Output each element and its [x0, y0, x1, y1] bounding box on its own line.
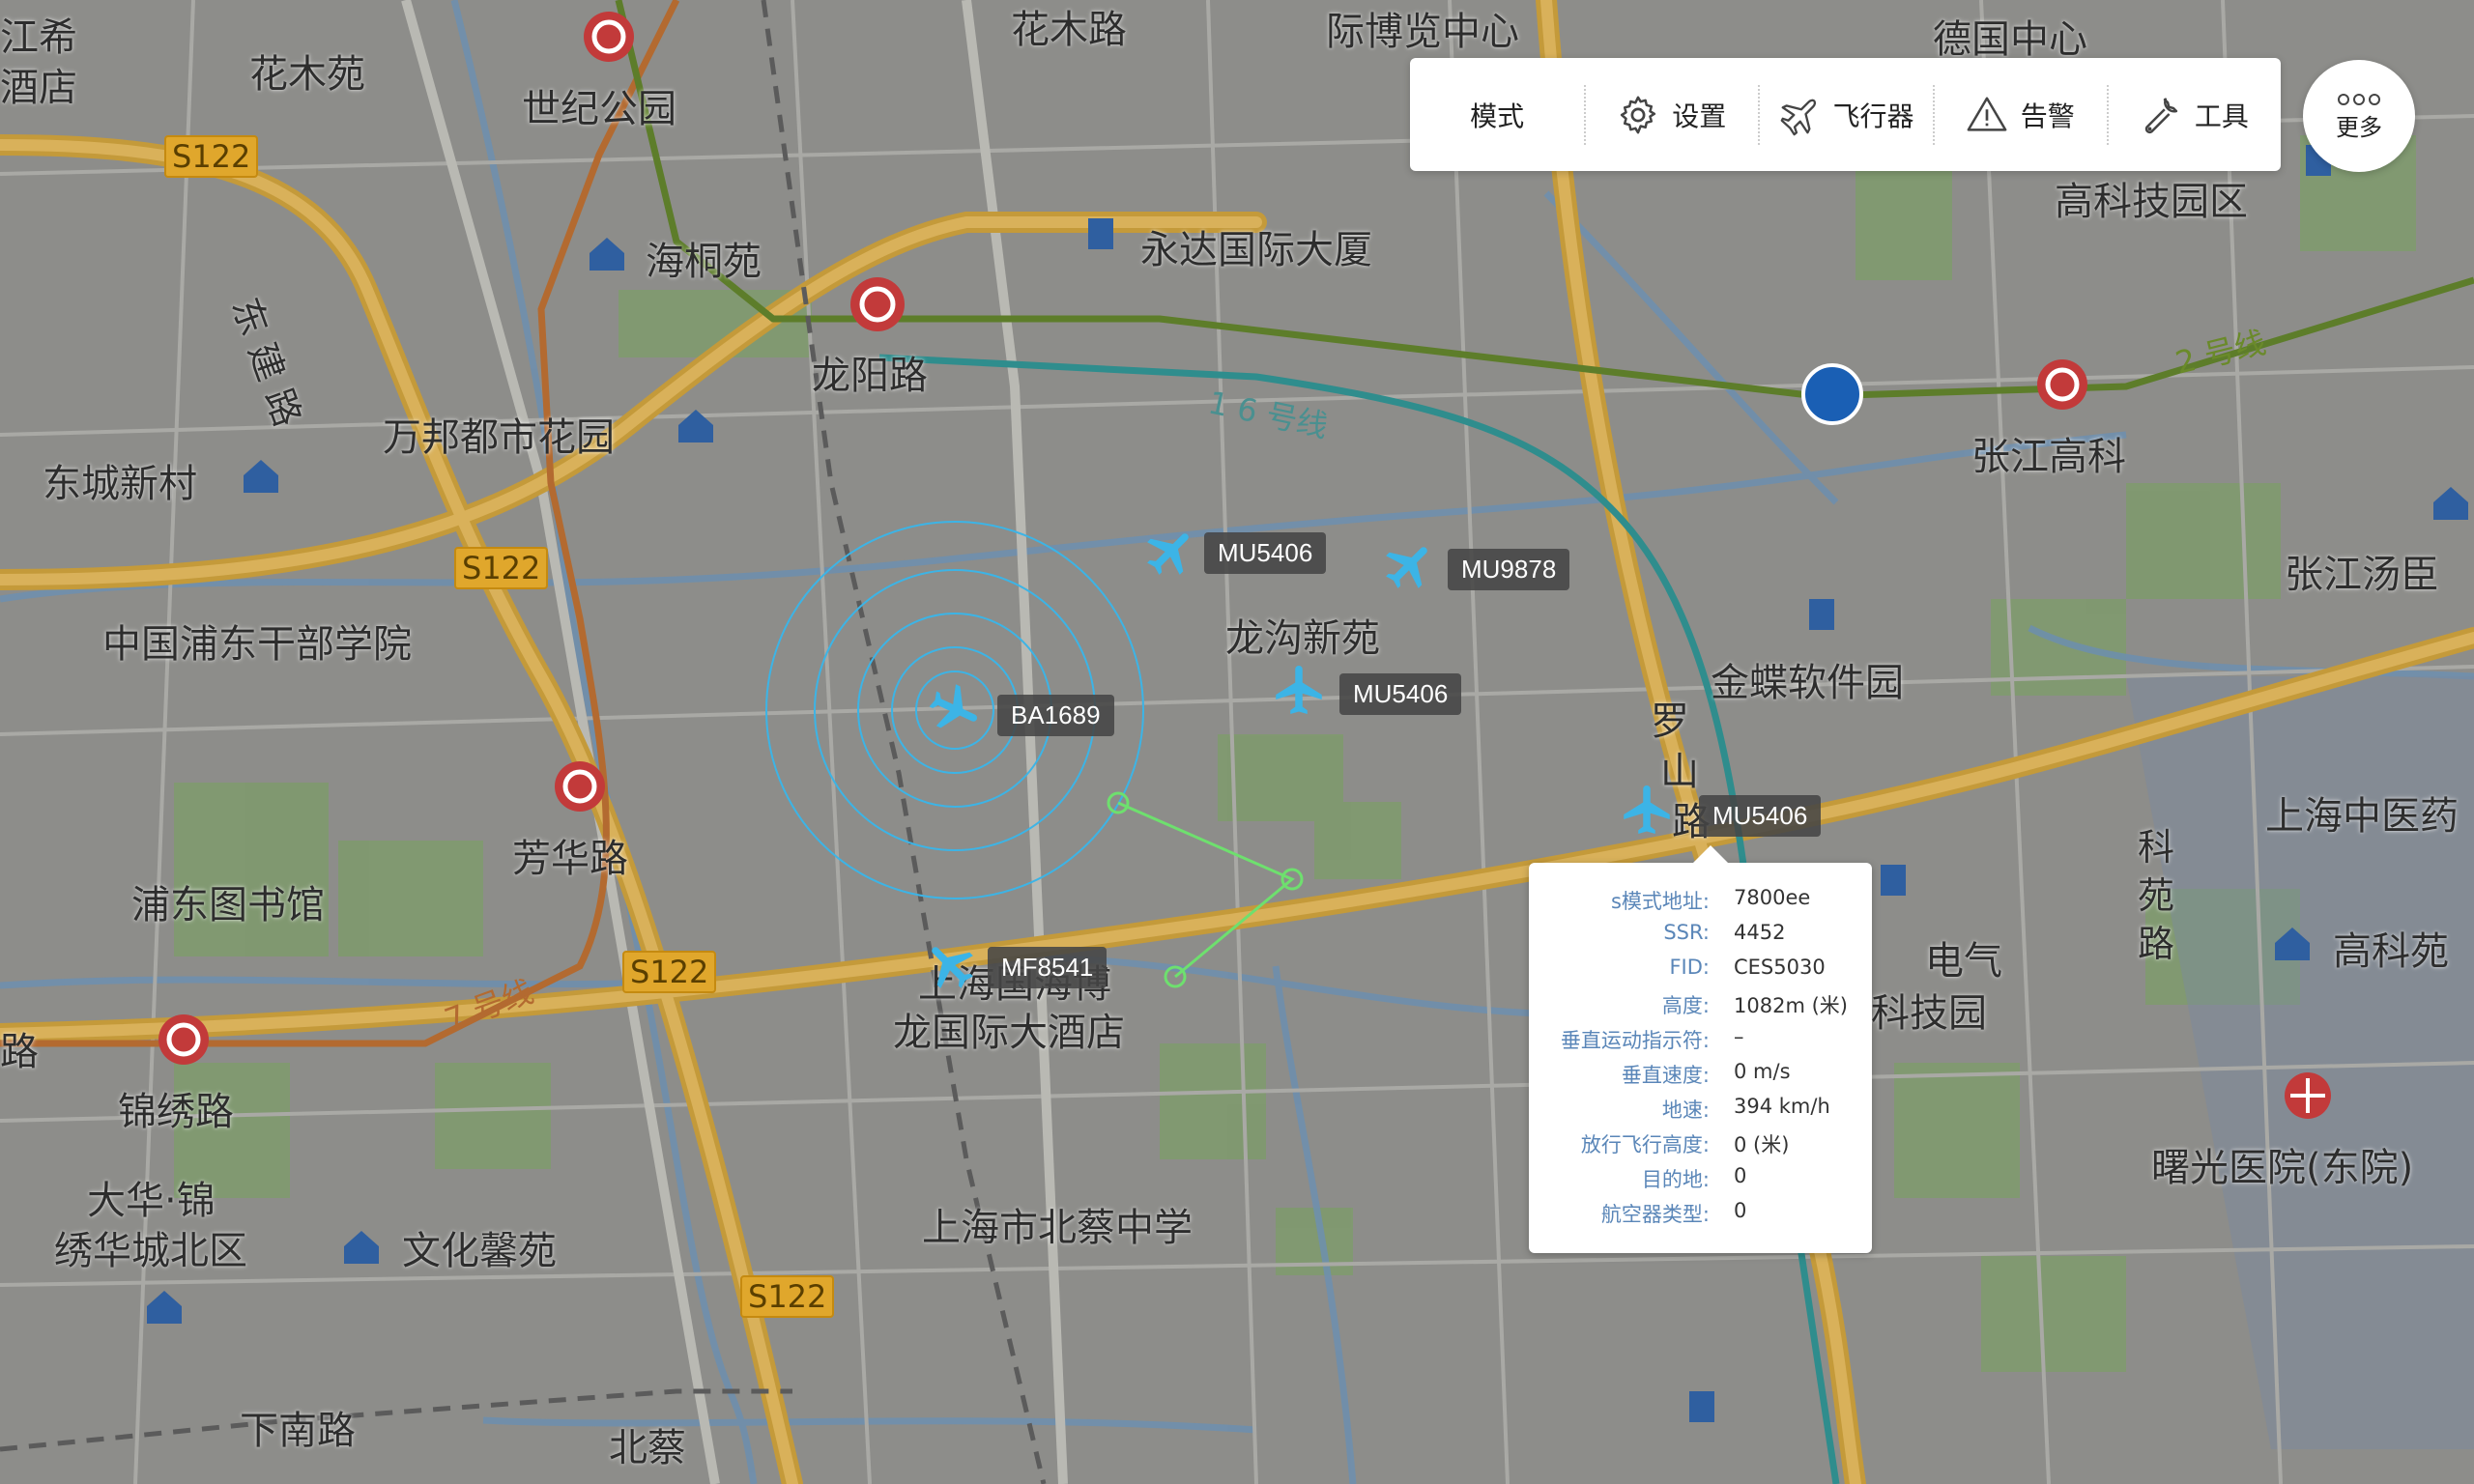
map-label: 上海中医药: [2265, 794, 2459, 839]
map-label: 花木苑: [249, 52, 365, 97]
top-toolbar: 模式 设置 飞行器 告警 工具: [1410, 58, 2281, 171]
info-key: 垂直运动指示符:: [1560, 1029, 1710, 1052]
info-row: 垂直运动指示符: –: [1529, 1025, 1872, 1060]
more-icon: [2338, 93, 2380, 105]
flight-tag[interactable]: MU5406: [1339, 673, 1462, 715]
map-label: 际博览中心: [1326, 10, 1519, 54]
map-label: 张江汤臣: [2285, 553, 2439, 597]
map-label: 金蝶软件园: [1711, 661, 1904, 705]
info-key: FID:: [1669, 956, 1710, 979]
map-label: 东城新村: [43, 462, 197, 506]
gear-icon: [1621, 96, 1656, 133]
info-value: 4452: [1734, 921, 1786, 944]
info-row: 航空器类型: 0: [1529, 1199, 1872, 1234]
map-label: 江希: [0, 15, 77, 60]
map-label: 北蔡: [609, 1426, 686, 1470]
info-row: 放行飞行高度: 0 (米): [1529, 1129, 1872, 1164]
map-label: 苑: [2138, 874, 2175, 917]
wrench-icon: [2144, 97, 2178, 133]
mode-button[interactable]: 模式: [1410, 58, 1584, 171]
map-label: 万邦都市花园: [383, 415, 615, 460]
map-label: 锦绣路: [118, 1090, 234, 1134]
info-value: 7800ee: [1734, 886, 1811, 909]
settings-button[interactable]: 设置: [1584, 58, 1758, 171]
info-value: 1082m (米): [1734, 994, 1848, 1017]
flight-tag[interactable]: MU5406: [1204, 532, 1327, 574]
map-label: 龙沟新苑: [1225, 616, 1380, 661]
airplane-icon: [1780, 99, 1816, 135]
info-row: 垂直速度: 0 m/s: [1529, 1060, 1872, 1095]
info-key: 垂直速度:: [1621, 1064, 1710, 1087]
map-label: 龙国际大酒店: [893, 1011, 1125, 1055]
info-key: 目的地:: [1641, 1168, 1710, 1191]
info-row: 目的地: 0: [1529, 1164, 1872, 1199]
map-label: 世纪公园: [522, 87, 676, 131]
info-value: 0: [1734, 1199, 1747, 1222]
map-label: 高科技园区: [2055, 180, 2248, 224]
map-label: 罗: [1651, 699, 1689, 744]
flight-tag[interactable]: MU5406: [1699, 795, 1822, 837]
more-label: 更多: [2336, 113, 2382, 141]
aircraft-icon[interactable]: [1270, 661, 1328, 719]
aircraft-icon[interactable]: [1618, 781, 1676, 839]
info-row: FID: CES5030: [1529, 956, 1872, 990]
info-key: 航空器类型:: [1600, 1203, 1710, 1226]
info-key: s模式地址:: [1610, 890, 1710, 913]
info-row: 地速: 394 km/h: [1529, 1095, 1872, 1129]
settings-label: 设置: [1672, 100, 1727, 132]
map-label: 海桐苑: [646, 240, 762, 284]
info-key: 高度:: [1661, 994, 1710, 1017]
map-label: 芳华路: [512, 837, 628, 881]
warning-icon: [1967, 97, 2007, 131]
flight-tag[interactable]: MU9878: [1448, 549, 1570, 590]
map-label: 电气: [1925, 939, 2002, 984]
map-label: 酒店: [0, 66, 77, 110]
map-label: 绣华城北区: [54, 1229, 247, 1273]
map-label: 浦东图书馆: [131, 883, 325, 928]
map-label: 高科苑: [2333, 929, 2449, 974]
road-badge: S122: [740, 1275, 835, 1318]
map-label: 上海市北蔡中学: [922, 1206, 1193, 1250]
info-value: 394 km/h: [1734, 1095, 1830, 1118]
map-label: 张江高科: [1971, 435, 2126, 479]
mode-label: 模式: [1470, 100, 1525, 132]
info-value: 0 (米): [1734, 1133, 1790, 1156]
info-key: 放行飞行高度:: [1580, 1133, 1710, 1156]
map-label: 中国浦东干部学院: [102, 622, 412, 667]
map-label: 文化馨苑: [402, 1229, 557, 1273]
map-label: 路: [2138, 923, 2175, 965]
info-key: 地速:: [1661, 1099, 1710, 1122]
flight-tag[interactable]: MF8541: [988, 947, 1108, 988]
road-badge: S122: [454, 547, 549, 589]
map-label: 科技园: [1871, 991, 1987, 1036]
tools-button[interactable]: 工具: [2106, 58, 2281, 171]
road-badge: S122: [164, 135, 259, 178]
map-label: 大华·锦: [87, 1179, 216, 1223]
map-label: 永达国际大厦: [1140, 228, 1372, 272]
map-label: 德国中心: [1933, 17, 2087, 62]
aircraft-button[interactable]: 飞行器: [1758, 58, 1932, 171]
info-value: 0: [1734, 1164, 1747, 1187]
info-row: s模式地址: 7800ee: [1529, 886, 1872, 921]
tools-label: 工具: [2194, 100, 2249, 132]
info-row: SSR: 4452: [1529, 921, 1872, 956]
road-badge: S122: [622, 951, 717, 993]
map-label: 曙光医院(东院): [2151, 1146, 2414, 1190]
alerts-button[interactable]: 告警: [1932, 58, 2107, 171]
map-label: 龙阳路: [812, 354, 928, 398]
info-value: –: [1734, 1025, 1744, 1048]
aircraft-label: 飞行器: [1832, 100, 1914, 132]
info-value: CES5030: [1734, 956, 1826, 979]
flight-tag[interactable]: BA1689: [997, 695, 1114, 736]
more-button[interactable]: 更多: [2303, 60, 2415, 172]
info-key: SSR:: [1663, 921, 1710, 944]
info-row: 高度: 1082m (米): [1529, 990, 1872, 1025]
info-value: 0 m/s: [1734, 1060, 1791, 1083]
alerts-label: 告警: [2020, 100, 2075, 132]
map-label: 花木路: [1011, 8, 1127, 52]
aircraft-info-popup: s模式地址: 7800ee SSR: 4452 FID: CES5030 高度: 108…: [1529, 845, 1872, 1253]
map-label: 科: [2138, 826, 2175, 869]
map-label: 下南路: [240, 1409, 356, 1453]
map-label: 路: [0, 1030, 39, 1074]
